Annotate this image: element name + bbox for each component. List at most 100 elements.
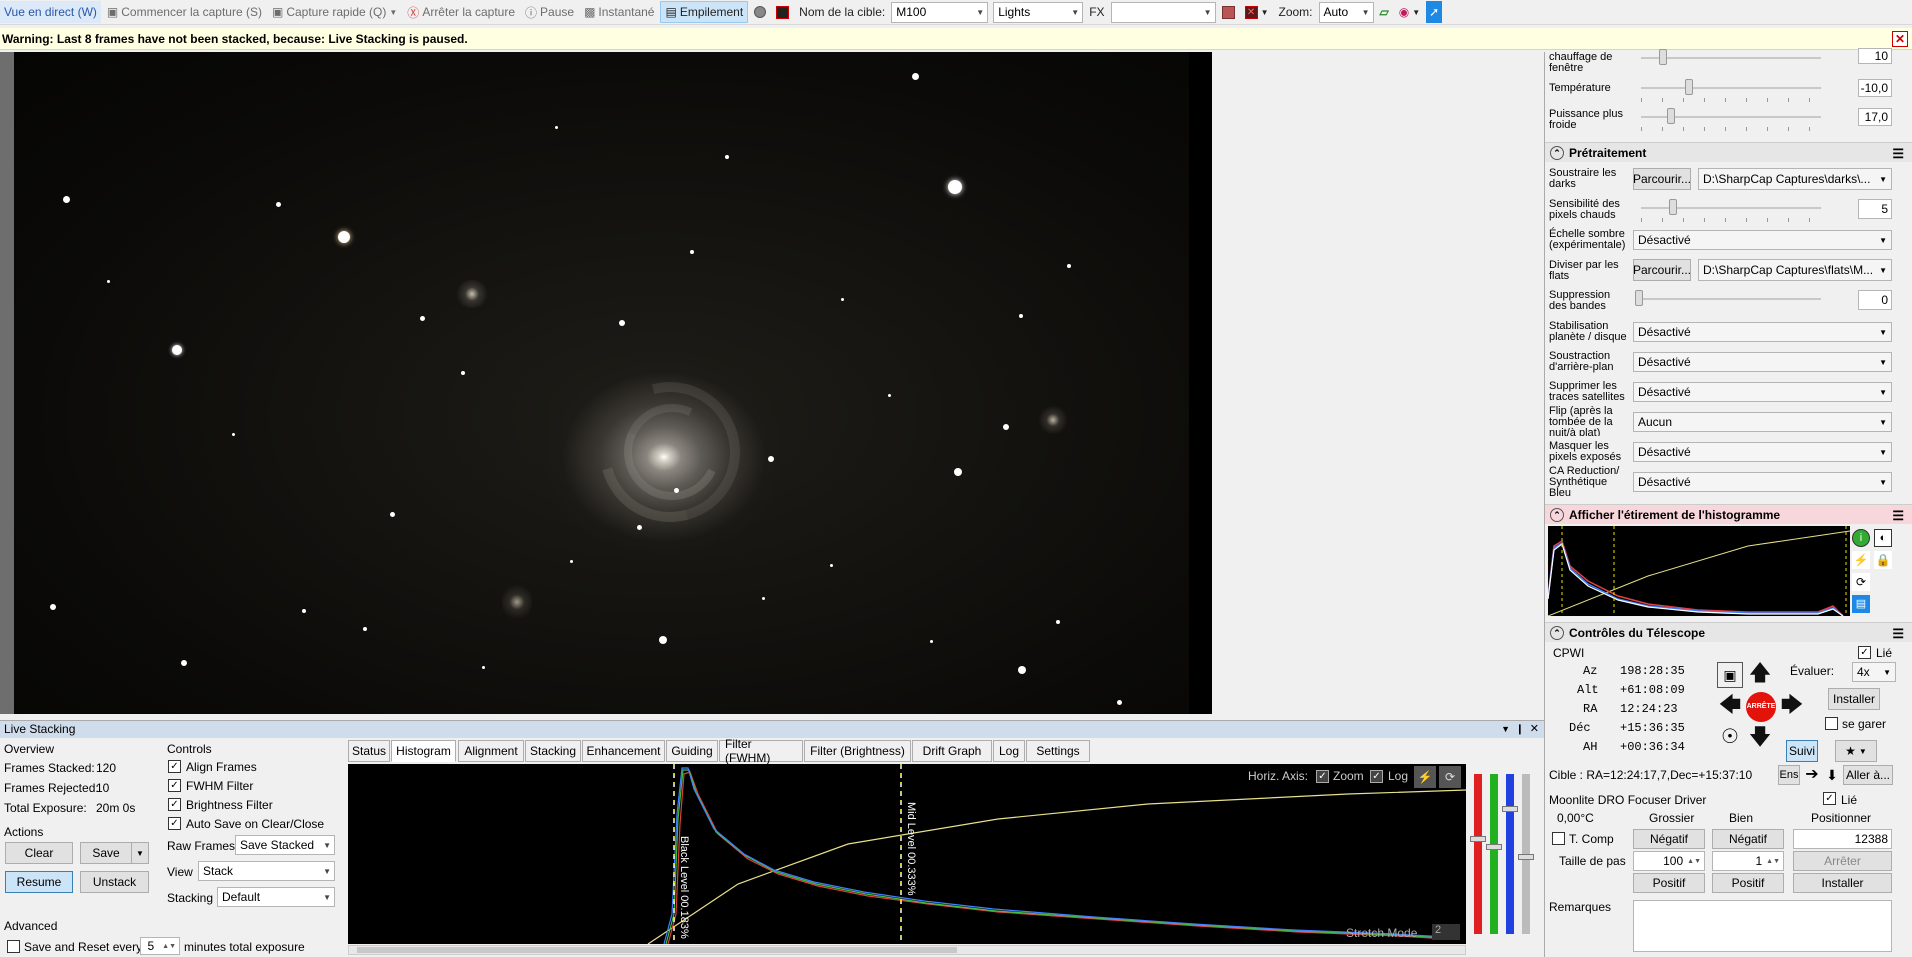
banding-slider[interactable] [1641,298,1821,300]
park-checkbox[interactable] [1825,717,1838,730]
fine-positive-button[interactable]: Positif [1712,873,1784,893]
hot-pixel-slider[interactable] [1641,207,1821,209]
scrollbar-thumb[interactable] [357,947,957,953]
annotation-button[interactable]: ✕ ▼ [1241,1,1273,23]
tab-log[interactable]: Log [993,740,1025,762]
temperature-slider[interactable] [1641,87,1821,89]
focuser-linked-checkbox[interactable]: ✓ [1823,792,1836,805]
image-viewer[interactable] [0,52,1212,714]
start-capture-button[interactable]: ▣ Commencer la capture (S) [103,1,266,23]
spinner-icon[interactable]: ▲▼ [162,943,176,950]
step-fine-input[interactable]: 1 ▲▼ [1712,851,1784,871]
close-icon[interactable]: ✕ [1530,721,1539,738]
step-coarse-input[interactable]: 100 ▲▼ [1633,851,1705,871]
tab-filter-fwhm[interactable]: Filter (FWHM) [719,737,803,765]
save-icon[interactable]: ▤ [1852,595,1870,613]
satellite-trails-select[interactable]: Désactivé ▼ [1633,382,1892,402]
zoom-select[interactable]: Auto ▼ [1318,1,1374,23]
magnifier-button[interactable]: ◉ ▼ [1395,1,1424,23]
install-mount-button[interactable]: Installer [1828,688,1880,710]
histogram-scrollbar[interactable] [348,945,1466,955]
collapse-icon[interactable]: ⌃ [1550,508,1564,522]
dark-scale-select[interactable]: Désactivé ▼ [1633,230,1892,250]
chevron-down-icon[interactable]: ▼ [1261,8,1269,17]
fx-select[interactable]: ▼ [1110,1,1216,23]
set-target-button[interactable]: Ens [1778,765,1800,785]
tab-drift-graph[interactable]: Drift Graph [912,740,992,762]
chevron-down-icon[interactable]: ▼ [1501,721,1510,738]
darks-file-select[interactable]: D:\SharpCap Captures\darks\... ▼ [1698,168,1892,190]
stop-slew-button[interactable]: ARRÊTE [1746,692,1776,722]
reticle-button[interactable] [1218,1,1239,23]
window-heater-thumb[interactable] [1659,49,1667,65]
telescope-tool-button[interactable]: ➚ [1426,1,1443,23]
banding-value[interactable]: 0 [1858,290,1892,310]
cooler-power-thumb[interactable] [1667,108,1675,124]
crosshair-icon[interactable]: ☉ [1717,724,1743,750]
target-name-input[interactable]: M100 ▼ [891,1,989,23]
arrow-down-icon[interactable]: 🡇 [1747,724,1773,750]
save-reset-checkbox[interactable] [7,940,20,953]
histogram-stretch-header[interactable]: ⌃ Afficher l'étirement de l'histogramme … [1545,504,1912,524]
brightness-filter-checkbox[interactable]: ✓ [168,798,181,811]
menu-icon[interactable]: ☰ [1892,508,1904,524]
tcomp-checkbox[interactable] [1552,832,1565,845]
tab-filter-brightness[interactable]: Filter (Brightness) [804,740,911,762]
stretch-mode-input[interactable]: 2 [1432,924,1460,940]
reset-icon[interactable]: ⟳ [1439,766,1461,788]
telescope-controls-header[interactable]: ⌃ Contrôles du Télescope ☰ [1545,622,1912,642]
notes-textarea[interactable] [1633,900,1892,952]
align-frames-checkbox[interactable]: ✓ [168,760,181,773]
banding-thumb[interactable] [1635,290,1643,306]
info-icon[interactable]: i [1852,529,1870,547]
frame-type-select[interactable]: Lights ▼ [993,1,1084,23]
stack-histogram[interactable]: Black Level 00.183% Mid Level 00.333% Ho… [348,764,1467,945]
refresh-icon[interactable]: ⟳ [1852,573,1870,591]
tab-guiding[interactable]: Guiding [666,740,718,762]
resume-button[interactable]: Resume [5,871,73,893]
hot-pixel-thumb[interactable] [1669,199,1677,215]
window-heater-value[interactable]: 10 [1858,48,1892,64]
blue-slider-thumb[interactable] [1502,806,1518,812]
close-icon[interactable]: ✕ [1892,31,1908,47]
unstack-button[interactable]: Unstack [80,871,149,893]
contrast-icon[interactable]: ◐ [1874,529,1892,547]
zoom-checkbox[interactable]: ✓ [1316,770,1329,783]
stacking-select[interactable]: Default ▼ [217,887,335,907]
ca-reduction-select[interactable]: Désactivé ▼ [1633,472,1892,492]
temperature-thumb[interactable] [1685,79,1693,95]
coarse-positive-button[interactable]: Positif [1633,873,1705,893]
coarse-negative-button[interactable]: Négatif [1633,829,1705,849]
chevron-down-icon[interactable]: ▼ [389,8,397,17]
rate-select[interactable]: 4x ▼ [1852,662,1896,682]
menu-icon[interactable]: ☰ [1892,626,1904,642]
tab-status[interactable]: Status [348,740,390,762]
histogram-button[interactable] [772,1,793,23]
track-button[interactable]: Suivi [1786,740,1818,762]
goto-button[interactable]: Aller à... [1843,765,1893,785]
tab-enhancement[interactable]: Enhancement [582,740,665,762]
preprocessing-header[interactable]: ⌃ Prétraitement ☰ [1545,142,1912,162]
quick-capture-button[interactable]: ▣ Capture rapide (Q) ▼ [268,1,401,23]
tab-settings[interactable]: Settings [1026,740,1090,762]
spiral-search-icon[interactable]: ▣ [1717,662,1743,688]
pin-icon[interactable]: ❙ [1516,721,1524,738]
pause-button[interactable]: ⓘ Pause [521,1,578,23]
temperature-value[interactable]: -10,0 [1858,79,1892,97]
flats-file-select[interactable]: D:\SharpCap Captures\flats\M... ▼ [1698,259,1892,281]
mount-linked-checkbox[interactable]: ✓ [1858,646,1871,659]
log-checkbox[interactable]: ✓ [1370,770,1383,783]
tab-histogram[interactable]: Histogram [391,740,456,762]
focuser-install-button[interactable]: Installer [1793,873,1892,893]
auto-save-checkbox[interactable]: ✓ [168,817,181,830]
flip-select[interactable]: Aucun ▼ [1633,412,1892,432]
hot-pixel-value[interactable]: 5 [1858,199,1892,219]
planet-stabilization-select[interactable]: Désactivé ▼ [1633,322,1892,342]
stop-capture-button[interactable]: Ⓧ Arrêter la capture [403,1,519,23]
position-value[interactable]: 12388 [1793,829,1892,849]
collapse-icon[interactable]: ⌃ [1550,626,1564,640]
arrow-right-small-icon[interactable]: ➔ [1803,765,1821,785]
luminance-slider-thumb[interactable] [1518,854,1534,860]
save-dropdown-button[interactable]: ▼ [131,842,149,864]
display-histogram[interactable] [1547,526,1851,617]
